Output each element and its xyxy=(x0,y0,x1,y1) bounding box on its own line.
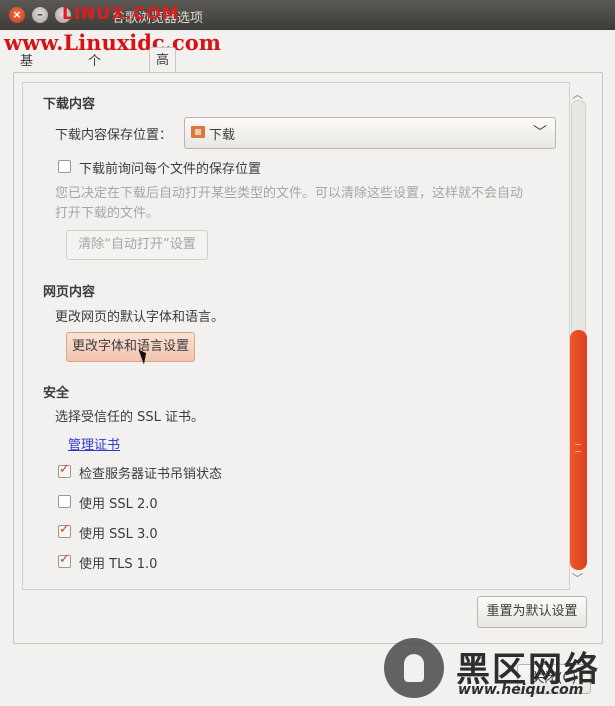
tls1-checkbox[interactable] xyxy=(58,552,71,568)
web-content-heading: 网页内容 xyxy=(43,285,96,300)
chevron-down-icon: ﹀ xyxy=(533,125,547,141)
tab-personal[interactable]: 个人资料 xyxy=(81,50,108,135)
ask-location-checkbox[interactable] xyxy=(58,160,71,173)
ssl3-checkbox[interactable] xyxy=(58,522,71,538)
manage-certificates-link[interactable]: 管理证书 xyxy=(68,434,120,453)
ask-location-label: 下载前询问每个文件的保存位置 xyxy=(79,162,262,177)
ssl3-label: 使用 SSL 3.0 xyxy=(79,527,158,542)
change-font-language-button[interactable]: 更改字体和语言设置 xyxy=(66,332,195,362)
scroll-down-icon[interactable]: ﹀ xyxy=(572,570,583,586)
watermark-logo: LINUX.COM xyxy=(62,4,180,24)
grip-icon xyxy=(575,444,581,452)
check-revocation-label: 检查服务器证书吊销状态 xyxy=(79,467,223,482)
clear-auto-open-button[interactable]: 清除“自动打开”设置 xyxy=(66,230,208,260)
folder-icon xyxy=(191,126,205,138)
download-location-select[interactable]: 下载 ﹀ xyxy=(184,117,556,149)
tab-basic[interactable]: 基本设置 xyxy=(13,50,40,135)
reset-defaults-button[interactable]: 重置为默认设置 xyxy=(477,596,587,628)
security-heading: 安全 xyxy=(43,386,70,401)
scroll-thumb[interactable] xyxy=(570,330,587,570)
download-heading: 下载内容 xyxy=(43,97,96,112)
brand-logo-icon xyxy=(384,638,444,698)
ssl2-checkbox[interactable] xyxy=(58,495,71,508)
security-desc: 选择受信任的 SSL 证书。 xyxy=(55,410,205,425)
title-bar: × – 谷歌浏览器选项 LINUX.COM xyxy=(0,0,615,30)
ssl2-label: 使用 SSL 2.0 xyxy=(79,497,158,512)
brand-url: www.heiqu.com xyxy=(458,682,584,698)
vertical-scrollbar[interactable]: ︿ ﹀ xyxy=(570,86,587,586)
check-revocation-checkbox[interactable] xyxy=(58,462,71,478)
download-location-value: 下载 xyxy=(209,128,236,143)
web-content-desc: 更改网页的默认字体和语言。 xyxy=(55,310,225,325)
download-location-label: 下载内容保存位置： xyxy=(55,128,173,143)
close-window-icon[interactable]: × xyxy=(9,7,25,23)
tab-advanced[interactable]: 高级选项 xyxy=(149,47,177,143)
auto-open-note: 您已决定在下载后自动打开某些类型的文件。可以清除这些设置，这样就不会自动打开下载… xyxy=(55,186,524,221)
minimize-window-icon[interactable]: – xyxy=(32,7,48,23)
tls1-label: 使用 TLS 1.0 xyxy=(79,557,158,572)
watermark-brand: 黑区网络 www.heiqu.com xyxy=(380,636,615,706)
